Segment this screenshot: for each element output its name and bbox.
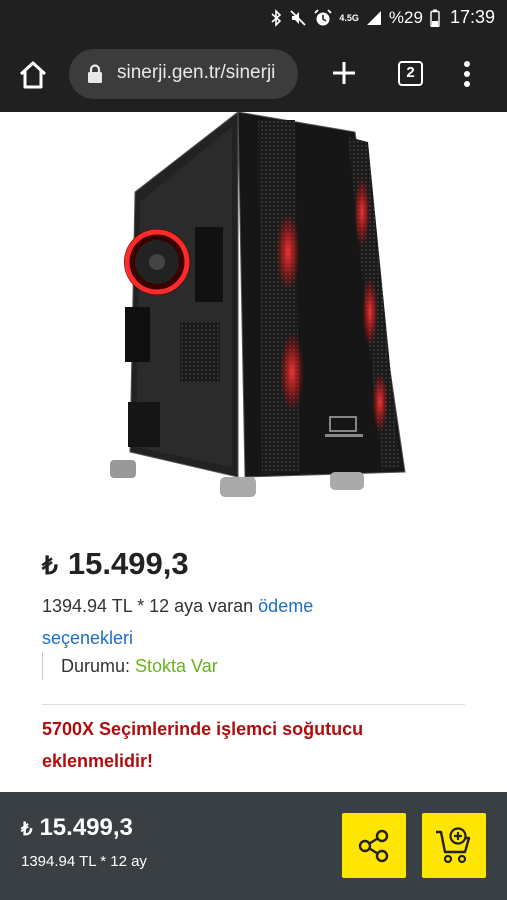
stock-status: Durumu: Stokta Var [42, 652, 218, 680]
bottom-purchase-bar: ₺ 15.499,3 1394.94 TL * 12 ay [0, 792, 507, 900]
divider [42, 704, 465, 705]
new-tab-button[interactable] [330, 59, 358, 87]
product-image[interactable] [100, 110, 410, 507]
address-bar[interactable]: sinerji.gen.tr/sinerji [69, 49, 298, 99]
browser-menu-button[interactable] [459, 60, 475, 88]
browser-toolbar: sinerji.gen.tr/sinerji 2 [0, 36, 507, 112]
network-type: 4.5G [339, 12, 359, 23]
installment-text: 1394.94 TL * 12 aya varan [42, 596, 259, 616]
home-button[interactable] [16, 58, 50, 92]
more-vert-icon [464, 61, 470, 87]
lock-icon [88, 64, 102, 83]
bottom-price: ₺ 15.499,3 [21, 814, 133, 842]
home-icon [19, 61, 47, 89]
bottom-installment: 1394.94 TL * 12 ay [21, 853, 147, 870]
url-text: sinerji.gen.tr/sinerji [117, 62, 276, 83]
add-to-cart-button[interactable] [422, 813, 486, 878]
signal-icon [366, 10, 381, 25]
plus-icon [333, 62, 355, 84]
bottom-currency-symbol: ₺ [21, 819, 33, 839]
price-value: 15.499,3 [67, 546, 189, 581]
share-icon [358, 829, 389, 862]
stock-label: Durumu: [61, 656, 136, 676]
status-icons: 4.5G %29 17:39 [270, 7, 495, 28]
bottom-price-value: 15.499,3 [39, 814, 133, 841]
product-price: ₺ 15.499,3 [42, 546, 189, 582]
stock-value: Stokta Var [135, 656, 218, 676]
mute-icon [290, 9, 307, 26]
alarm-icon [314, 8, 333, 25]
currency-symbol: ₺ [42, 552, 58, 580]
status-bar: 4.5G %29 17:39 [0, 0, 507, 36]
share-button[interactable] [342, 813, 406, 878]
installment-info: 1394.94 TL * 12 aya varan ödeme seçenekl… [42, 590, 382, 654]
tab-switcher-button[interactable]: 2 [398, 61, 423, 86]
cooler-notice: 5700X Seçimlerinde işlemci soğutucu ekle… [42, 719, 364, 771]
cart-plus-icon [436, 826, 471, 863]
bluetooth-icon [271, 8, 282, 27]
clock: 17:39 [449, 7, 495, 27]
battery-icon [430, 9, 440, 27]
battery-percent: %29 [388, 7, 423, 27]
